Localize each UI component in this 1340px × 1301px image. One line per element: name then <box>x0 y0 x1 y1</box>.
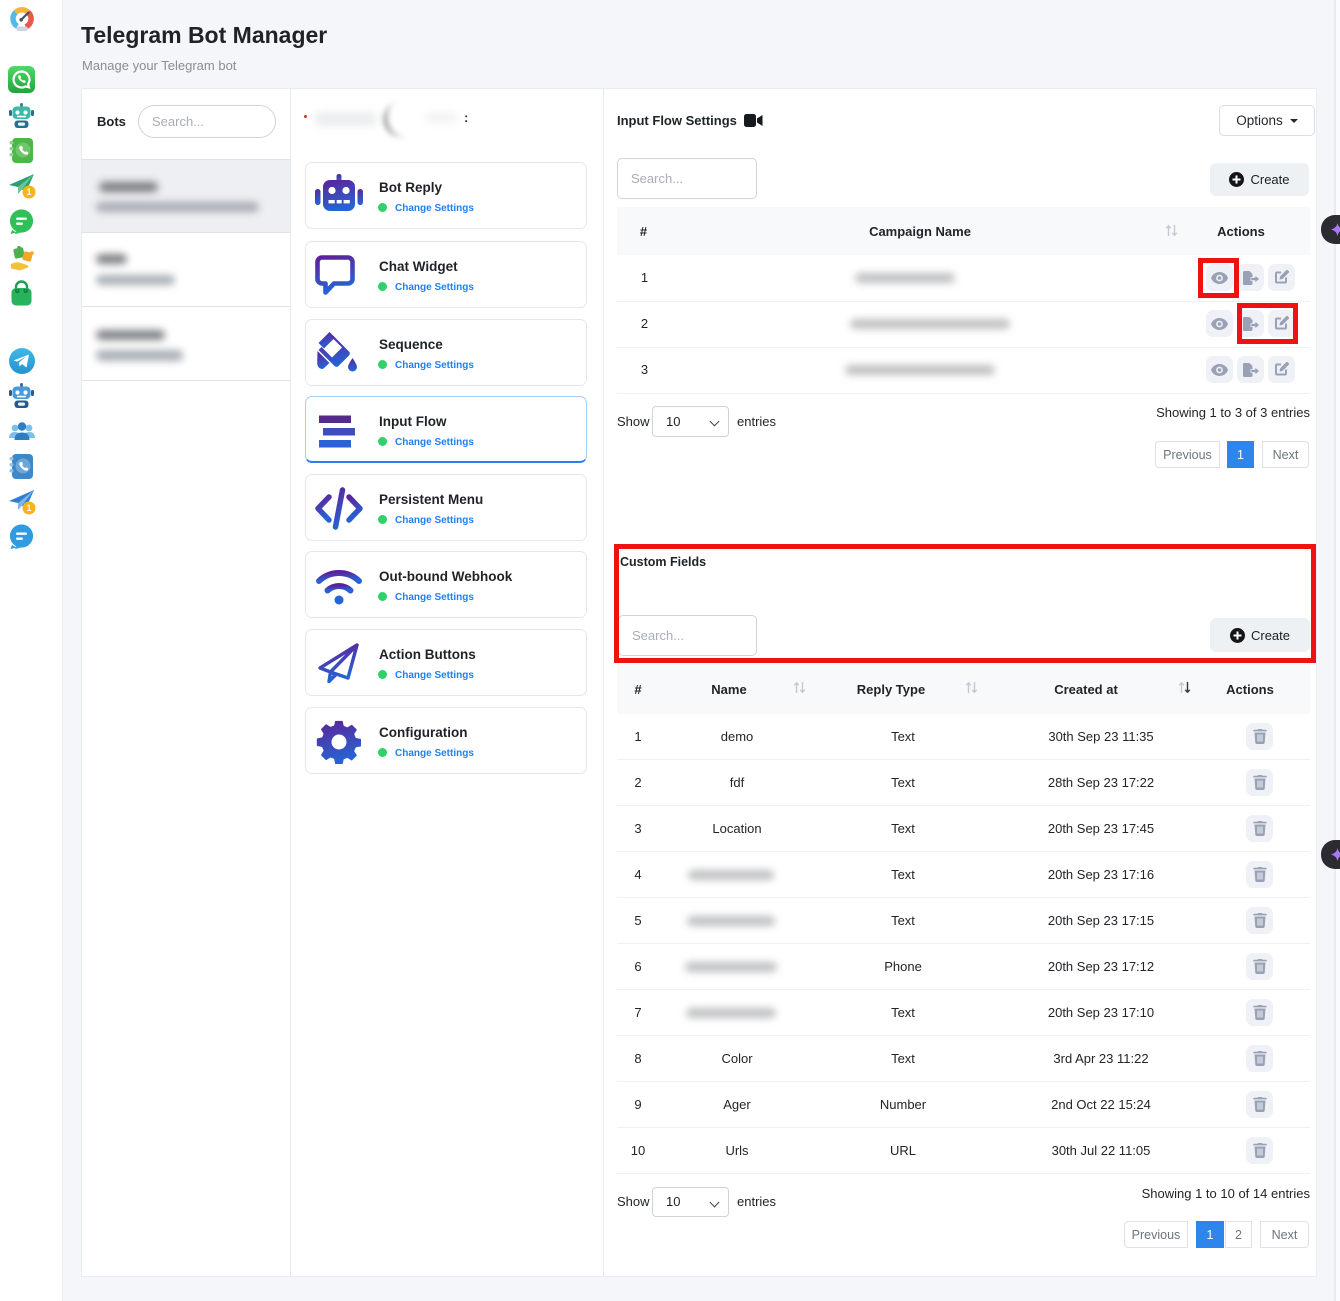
svg-text:1: 1 <box>26 187 31 197</box>
svg-text:1: 1 <box>26 503 31 513</box>
